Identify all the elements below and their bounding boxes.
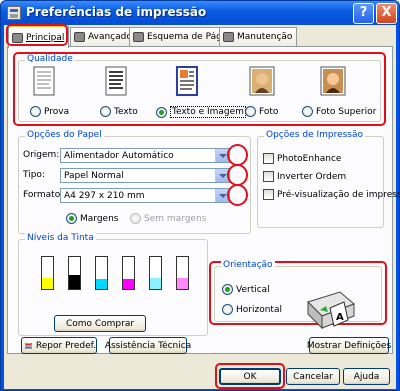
quality-radio-best-photo[interactable]: Foto Superior bbox=[302, 106, 376, 117]
radio-label: Foto Superior bbox=[316, 106, 377, 117]
text-image-page-icon bbox=[176, 66, 198, 96]
highlight-type-arrow bbox=[227, 164, 248, 186]
close-button[interactable]: X bbox=[376, 3, 397, 24]
radio-circle bbox=[222, 304, 233, 315]
ink-cartridge bbox=[122, 256, 135, 290]
tab-label: Avançado bbox=[88, 32, 132, 42]
draft-page-icon bbox=[33, 66, 55, 96]
radio-circle bbox=[222, 284, 233, 295]
quality-radio-text-image[interactable]: Texto e Imagem bbox=[156, 106, 246, 118]
radio-label: Vertical bbox=[236, 284, 270, 295]
print-preferences-window: Preferências de impressão ? X Principal … bbox=[0, 0, 400, 391]
format-select[interactable]: A4 297 x 210 mm bbox=[60, 188, 230, 203]
ink-cartridge bbox=[68, 256, 81, 290]
radio-circle bbox=[66, 213, 77, 224]
type-value: Papel Normal bbox=[64, 170, 124, 181]
highlight-ok-button bbox=[215, 363, 285, 389]
no-margins-radio[interactable]: Sem margens bbox=[130, 213, 206, 224]
checkbox-label: PhotoEnhance bbox=[277, 153, 342, 164]
format-value: A4 297 x 210 mm bbox=[64, 190, 145, 201]
checkbox-box bbox=[263, 189, 274, 200]
source-value: Alimentador Automático bbox=[64, 150, 174, 161]
ink-cartridge bbox=[95, 256, 108, 290]
format-label: Formato: bbox=[23, 190, 64, 200]
ink-level-fill bbox=[150, 277, 161, 289]
svg-text:A: A bbox=[336, 312, 344, 323]
reset-defaults-button[interactable]: Repor Predef. bbox=[21, 337, 97, 354]
orientation-horizontal-radio[interactable]: Horizontal bbox=[222, 304, 282, 315]
title-bar: Preferências de impressão ? X bbox=[1, 1, 399, 25]
ink-level-fill bbox=[69, 274, 80, 289]
radio-label: Margens bbox=[80, 213, 119, 224]
radio-label: Sem margens bbox=[144, 213, 207, 224]
checkbox-label: Pré-visualização de impressão bbox=[277, 189, 400, 200]
portrait-printer-icon: A bbox=[307, 291, 355, 330]
source-select[interactable]: Alimentador Automático bbox=[60, 148, 230, 163]
checkbox-label: Inverter Ordem bbox=[277, 171, 347, 182]
margins-radio[interactable]: Margens bbox=[66, 213, 118, 224]
radio-circle bbox=[100, 106, 111, 117]
preview-checkbox[interactable]: Pré-visualização de impressão bbox=[263, 189, 400, 200]
print-options-label: Opções de Impressão bbox=[264, 130, 366, 140]
radio-label: Texto e Imagem bbox=[170, 106, 246, 118]
ink-levels-group: Níveis da Tinta Como Comprar bbox=[18, 233, 208, 336]
ink-cartridge bbox=[176, 256, 189, 290]
type-select[interactable]: Papel Normal bbox=[60, 168, 230, 183]
tab-avancado[interactable]: Avançado bbox=[70, 27, 137, 46]
best-photo-page-icon bbox=[320, 66, 346, 96]
help-button[interactable]: Ajuda bbox=[343, 368, 390, 385]
reset-icon bbox=[25, 342, 32, 349]
source-label: Origem: bbox=[23, 150, 60, 160]
ink-level-fill bbox=[177, 277, 188, 289]
highlight-tab-principal bbox=[6, 24, 68, 46]
radio-circle bbox=[245, 106, 256, 117]
advanced-tab-icon bbox=[74, 32, 85, 42]
radio-circle bbox=[156, 106, 167, 118]
checkbox-box bbox=[263, 171, 274, 182]
orientation-vertical-radio[interactable]: Vertical bbox=[222, 284, 270, 295]
quality-radio-photo[interactable]: Foto bbox=[245, 106, 278, 117]
highlight-source-arrow bbox=[227, 144, 248, 166]
technical-support-button[interactable]: Assistência Técnica bbox=[105, 337, 191, 354]
cancel-button[interactable]: Cancelar bbox=[286, 368, 340, 385]
dialog-client: Principal Avançado Esquema de Página Man… bbox=[4, 24, 399, 389]
checkbox-box bbox=[263, 153, 274, 164]
orientation-label: Orientação bbox=[221, 260, 275, 270]
how-to-buy-button[interactable]: Como Comprar bbox=[54, 315, 146, 332]
quality-label: Qualidade bbox=[25, 54, 75, 64]
printer-icon bbox=[7, 6, 21, 20]
highlight-format-arrow bbox=[227, 184, 248, 206]
ink-cartridge bbox=[41, 256, 54, 290]
principal-panel: Qualidade Prova Texto Texto e Imagem Fot… bbox=[7, 46, 399, 354]
photo-page-icon bbox=[249, 66, 275, 96]
radio-label: Prova bbox=[44, 106, 70, 117]
radio-circle bbox=[130, 213, 141, 224]
type-label: Tipo: bbox=[23, 170, 45, 180]
photoenhance-checkbox[interactable]: PhotoEnhance bbox=[263, 153, 341, 164]
ink-cartridge bbox=[149, 256, 162, 290]
maintenance-tab-icon bbox=[223, 32, 234, 42]
show-settings-button[interactable]: Mostrar Definições bbox=[307, 337, 391, 354]
tab-label: Manutenção bbox=[237, 32, 293, 42]
help-title-button[interactable]: ? bbox=[353, 3, 374, 24]
quality-radio-proof[interactable]: Prova bbox=[30, 106, 69, 117]
text-page-icon bbox=[105, 66, 127, 96]
print-options-group: Opções de Impressão bbox=[257, 130, 384, 228]
radio-label: Foto bbox=[259, 106, 279, 117]
radio-label: Texto bbox=[114, 106, 138, 117]
paper-options-label: Opções do Papel bbox=[25, 130, 104, 140]
quality-radio-text[interactable]: Texto bbox=[100, 106, 138, 117]
ink-level-fill bbox=[96, 279, 107, 289]
tab-manutencao[interactable]: Manutenção bbox=[219, 27, 298, 46]
button-label: Repor Predef. bbox=[35, 340, 96, 351]
radio-label: Horizontal bbox=[236, 304, 282, 315]
layout-tab-icon bbox=[133, 32, 144, 42]
ink-levels-label: Níveis da Tinta bbox=[25, 233, 96, 243]
reverse-order-checkbox[interactable]: Inverter Ordem bbox=[263, 171, 346, 182]
window-title: Preferências de impressão bbox=[26, 5, 207, 19]
radio-circle bbox=[302, 106, 313, 117]
ink-level-fill bbox=[42, 277, 53, 289]
ink-level-fill bbox=[123, 279, 134, 289]
radio-circle bbox=[30, 106, 41, 117]
